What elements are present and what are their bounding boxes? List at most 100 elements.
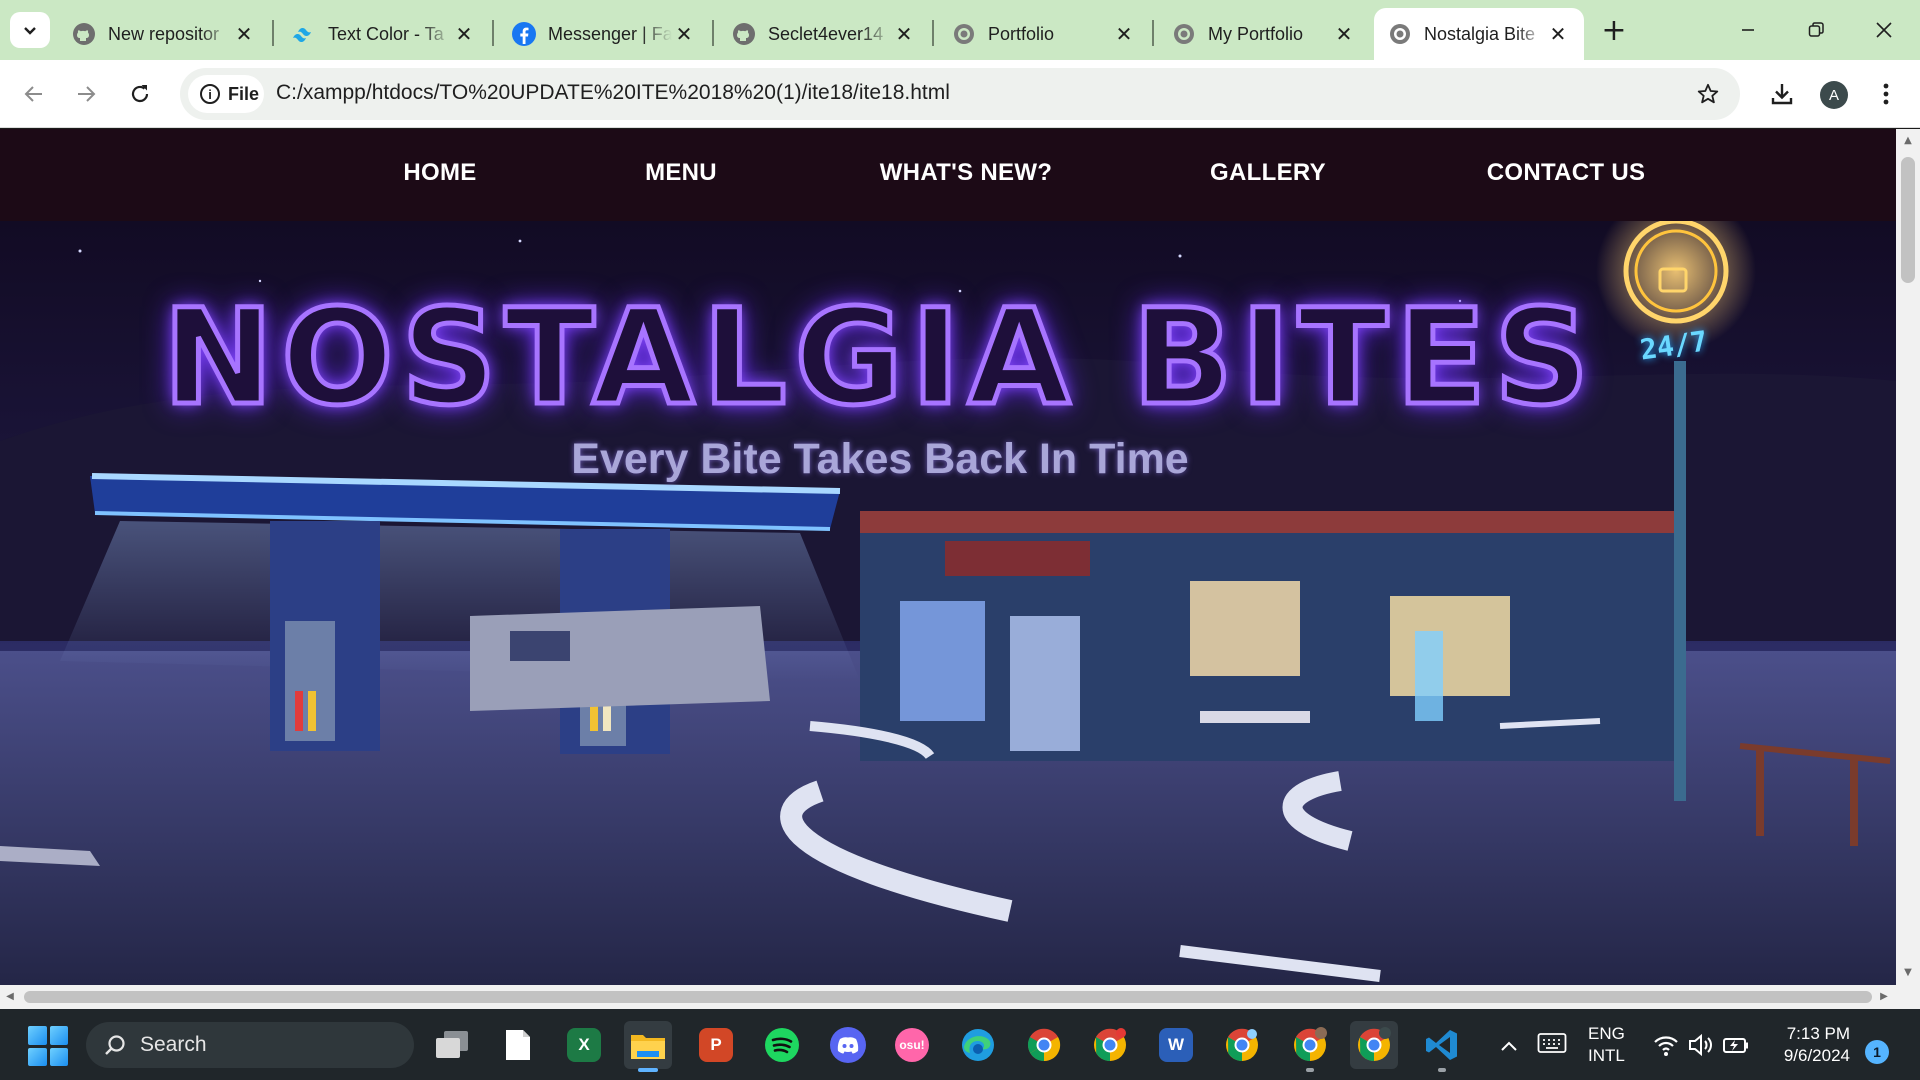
nav-home[interactable]: HOME [403, 159, 476, 187]
vertical-scroll-thumb[interactable] [1901, 157, 1915, 283]
tab-seclet4ever14[interactable]: Seclet4ever14 ✕ [718, 8, 930, 60]
volume-icon[interactable] [1686, 1031, 1714, 1059]
site-navbar: HOME MENU WHAT'S NEW? GALLERY CONTACT US [0, 129, 1896, 221]
nav-menu[interactable]: MENU [645, 159, 717, 187]
downloads-button[interactable] [1762, 74, 1802, 114]
bookmark-button[interactable] [1694, 80, 1722, 108]
vertical-scrollbar[interactable]: ▲ ▼ [1896, 129, 1920, 985]
forward-button[interactable] [66, 74, 106, 114]
scroll-up-icon[interactable]: ▲ [1902, 135, 1914, 147]
wifi-icon[interactable] [1652, 1031, 1680, 1059]
tab-title: My Portfolio [1208, 23, 1304, 44]
chrome-icon[interactable] [1020, 1021, 1068, 1069]
chrome-icon[interactable] [1218, 1021, 1266, 1069]
tab-my-portfolio[interactable]: My Portfolio ✕ [1158, 8, 1370, 60]
windows-taskbar: Search X P osu! W ENG INTL 7:13 PM 9/6/2… [0, 1009, 1920, 1080]
globe-icon [952, 22, 976, 46]
nav-contact-us[interactable]: CONTACT US [1487, 159, 1646, 187]
tab-separator [932, 20, 934, 46]
tab-messenger[interactable]: Messenger | Fa ✕ [498, 8, 710, 60]
horizontal-scroll-thumb[interactable] [24, 991, 1872, 1003]
tab-separator [712, 20, 714, 46]
keyboard-icon[interactable] [1537, 1031, 1567, 1057]
search-icon [105, 1035, 125, 1055]
minimize-button[interactable] [1726, 8, 1770, 52]
close-tab-icon[interactable]: ✕ [1112, 22, 1136, 46]
file-icon[interactable] [494, 1021, 542, 1069]
chrome-icon[interactable] [1350, 1021, 1398, 1069]
chevron-up-icon[interactable] [1496, 1033, 1522, 1059]
vscode-icon[interactable] [1418, 1021, 1466, 1072]
language-indicator[interactable]: ENG INTL [1588, 1023, 1625, 1067]
tab-new-repository[interactable]: New repositor ✕ [58, 8, 270, 60]
system-clock[interactable]: 7:13 PM 9/6/2024 [1770, 1023, 1850, 1067]
reload-button[interactable] [120, 74, 160, 114]
windows-start-icon[interactable] [28, 1026, 68, 1066]
site-tagline: Every Bite Takes Back In Time [571, 435, 1189, 483]
tab-title: Seclet4ever14 [768, 23, 884, 44]
close-tab-icon[interactable]: ✕ [892, 22, 916, 46]
chrome-icon[interactable] [1286, 1021, 1334, 1072]
close-tab-icon[interactable]: ✕ [1546, 22, 1570, 46]
arrow-left-icon [24, 86, 42, 102]
close-tab-icon[interactable]: ✕ [452, 22, 476, 46]
address-bar[interactable]: i File C:/xampp/htdocs/TO%20UPDATE%20ITE… [180, 68, 1740, 120]
horizontal-scrollbar[interactable]: ◀ ▶ [0, 985, 1896, 1009]
hero-banner: 24/7 NOSTALGIA BITES Every Bite Takes Ba… [0, 221, 1896, 985]
tab-title: New repositor [108, 23, 220, 44]
powerpoint-icon[interactable]: P [692, 1021, 740, 1069]
profile-avatar[interactable]: A [1820, 81, 1848, 109]
chrome-icon[interactable] [1086, 1021, 1134, 1069]
new-tab-button[interactable]: + [1596, 12, 1632, 48]
osu-icon[interactable]: osu! [888, 1021, 936, 1069]
site-info-chip[interactable]: i File [188, 75, 264, 113]
browser-menu-button[interactable] [1870, 74, 1902, 114]
clock-date: 9/6/2024 [1783, 1046, 1850, 1065]
spotify-icon[interactable] [758, 1021, 806, 1069]
notification-badge[interactable]: 1 [1865, 1040, 1889, 1064]
discord-icon[interactable] [824, 1021, 872, 1069]
scroll-right-icon[interactable]: ▶ [1878, 991, 1890, 1003]
url-text[interactable]: C:/xampp/htdocs/TO%20UPDATE%20ITE%2018%2… [276, 81, 950, 105]
close-window-button[interactable] [1862, 8, 1906, 52]
nav-gallery[interactable]: GALLERY [1210, 159, 1326, 187]
edge-icon[interactable] [954, 1021, 1002, 1069]
file-explorer-icon[interactable] [624, 1021, 672, 1072]
close-tab-icon[interactable]: ✕ [232, 22, 256, 46]
nav-whats-new[interactable]: WHAT'S NEW? [880, 159, 1053, 187]
restore-button[interactable] [1794, 8, 1838, 52]
scroll-left-icon[interactable]: ◀ [4, 991, 16, 1003]
tab-separator [492, 20, 494, 46]
close-tab-icon[interactable]: ✕ [672, 22, 696, 46]
tab-text-color[interactable]: Text Color - Ta ✕ [278, 8, 490, 60]
arrow-right-icon [78, 86, 96, 102]
reload-icon [131, 85, 149, 103]
download-icon [1771, 84, 1793, 105]
info-icon: i [200, 84, 220, 104]
plus-icon: + [1601, 12, 1627, 48]
restore-icon [1808, 22, 1824, 37]
back-button[interactable] [14, 74, 54, 114]
tab-portfolio[interactable]: Portfolio ✕ [938, 8, 1150, 60]
close-icon [1876, 22, 1892, 38]
search-placeholder: Search [140, 1033, 207, 1056]
tab-title: Portfolio [988, 23, 1055, 44]
tab-nostalgia-bites[interactable]: Nostalgia Bite ✕ [1374, 8, 1584, 60]
taskbar-search-box[interactable]: Search [86, 1022, 414, 1068]
excel-label: X [567, 1028, 601, 1062]
language-code: ENG [1588, 1024, 1625, 1043]
scrollbar-corner [1896, 985, 1920, 1009]
close-tab-icon[interactable]: ✕ [1332, 22, 1356, 46]
keyboard-layout: INTL [1588, 1046, 1625, 1065]
task-view-icon[interactable] [428, 1021, 476, 1069]
tab-search-button[interactable] [10, 12, 50, 48]
scroll-down-icon[interactable]: ▼ [1902, 967, 1914, 979]
excel-icon[interactable]: X [560, 1021, 608, 1069]
battery-charging-icon[interactable] [1722, 1031, 1750, 1059]
site-logo-title: NOSTALGIA BITES [160, 279, 1598, 438]
chevron-down-icon [24, 27, 36, 35]
facebook-icon [512, 22, 536, 46]
github-icon [72, 22, 96, 46]
word-icon[interactable]: W [1152, 1021, 1200, 1069]
github-icon [732, 22, 756, 46]
